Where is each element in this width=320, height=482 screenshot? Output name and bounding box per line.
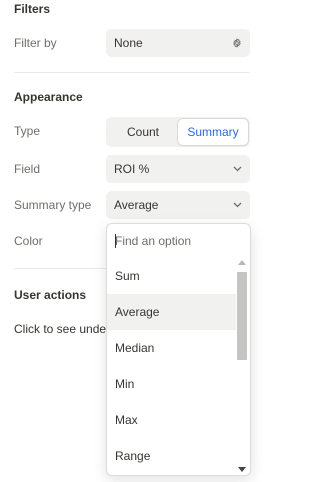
scroll-up-icon[interactable]: [238, 260, 246, 265]
summary-type-select[interactable]: Average: [106, 191, 250, 219]
filter-by-select[interactable]: None: [106, 29, 250, 57]
field-select[interactable]: ROI %: [106, 155, 250, 183]
option-average[interactable]: Average: [107, 294, 236, 330]
filter-by-label: Filter by: [14, 36, 57, 50]
chevron-down-icon: [232, 200, 242, 210]
divider: [14, 72, 250, 73]
chevron-down-icon: [232, 164, 242, 174]
filter-by-value: None: [114, 36, 143, 50]
option-list: Sum Average Median Min Max Range: [107, 258, 236, 474]
type-option-summary[interactable]: Summary: [178, 119, 248, 145]
option-range[interactable]: Range: [107, 438, 236, 474]
appearance-heading: Appearance: [14, 90, 83, 104]
gear-icon[interactable]: [232, 38, 242, 48]
scrollbar-thumb[interactable]: [237, 272, 247, 360]
find-option-input[interactable]: [107, 224, 250, 258]
summary-type-value: Average: [114, 198, 159, 212]
text-cursor: [115, 234, 116, 248]
option-max[interactable]: Max: [107, 402, 236, 438]
scrollbar[interactable]: [236, 258, 248, 474]
summary-type-dropdown: Sum Average Median Min Max Range: [106, 223, 251, 476]
color-label: Color: [14, 234, 43, 248]
type-segmented-control: Count Summary: [106, 117, 250, 147]
summary-type-label: Summary type: [14, 198, 92, 212]
field-label: Field: [14, 162, 41, 176]
scroll-down-icon[interactable]: [238, 467, 246, 472]
user-actions-heading: User actions: [14, 288, 87, 302]
click-action-text: Click to see under: [14, 322, 111, 336]
field-value: ROI %: [114, 162, 150, 176]
option-min[interactable]: Min: [107, 366, 236, 402]
filters-heading: Filters: [14, 2, 51, 16]
option-sum[interactable]: Sum: [107, 258, 236, 294]
option-median[interactable]: Median: [107, 330, 236, 366]
scrollbar-track: [236, 272, 248, 360]
type-option-count[interactable]: Count: [108, 119, 178, 145]
type-label: Type: [14, 124, 41, 138]
